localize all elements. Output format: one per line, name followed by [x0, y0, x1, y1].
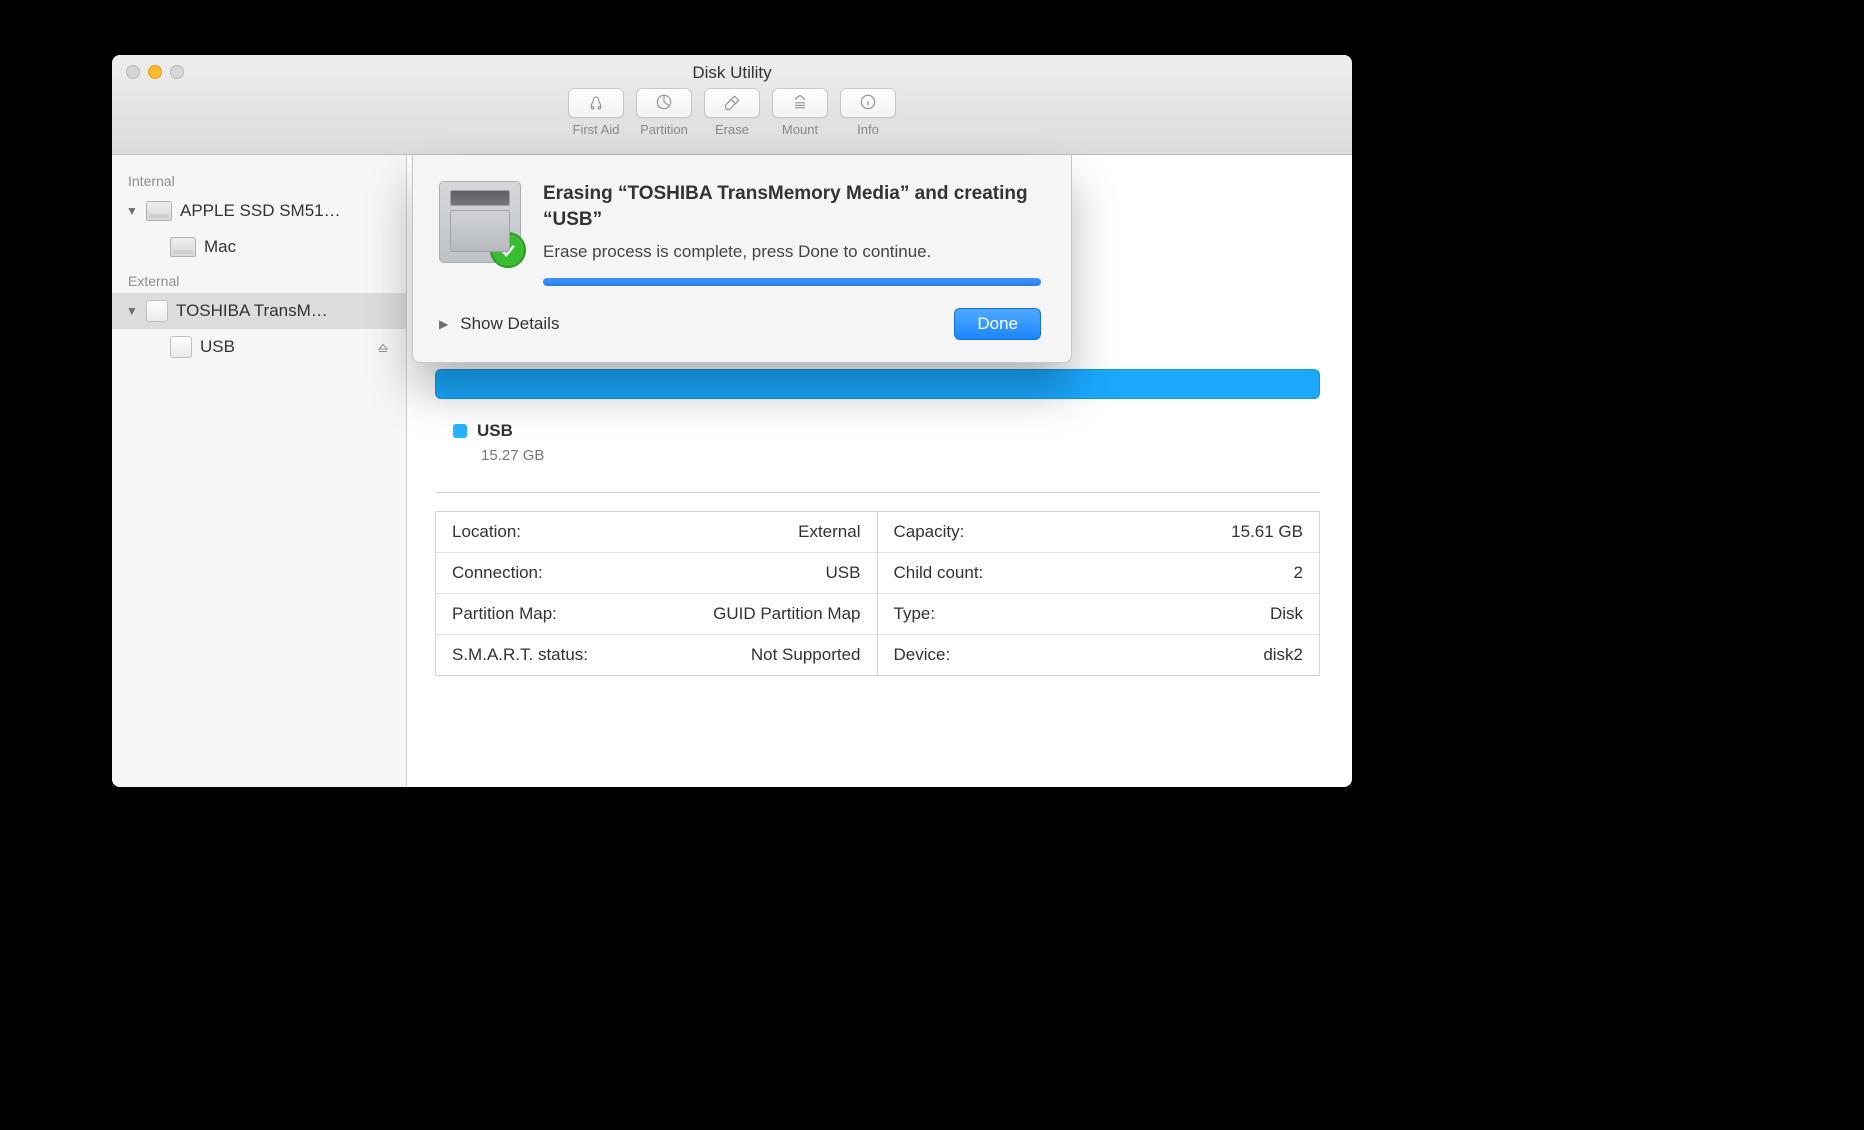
window-title: Disk Utility: [112, 63, 1352, 83]
info-value: 15.61 GB: [1231, 522, 1303, 542]
info-key: S.M.A.R.T. status:: [452, 645, 588, 665]
info-row: Child count: 2: [878, 553, 1320, 594]
eject-icon[interactable]: [376, 340, 390, 354]
info-value: 2: [1294, 563, 1303, 583]
done-button[interactable]: Done: [954, 308, 1041, 340]
toolbar-label: Erase: [704, 122, 760, 137]
volume-legend: USB: [435, 421, 1320, 441]
info-value: Disk: [1270, 604, 1303, 624]
sidebar-item-label: Mac: [204, 237, 236, 257]
app-window: Disk Utility First Aid Partition Erase M…: [112, 55, 1352, 787]
external-disk-icon: [146, 300, 168, 322]
info-key: Device:: [894, 645, 951, 665]
info-value: External: [798, 522, 860, 542]
info-value: disk2: [1263, 645, 1303, 665]
info-row: Location: External: [436, 512, 877, 553]
toolbar-label: Partition: [636, 122, 692, 137]
toolbar-partition[interactable]: Partition: [636, 88, 692, 137]
info-grid: Location: External Connection: USB Partiti…: [435, 511, 1320, 676]
info-key: Location:: [452, 522, 521, 542]
volume-icon: [170, 336, 192, 358]
chevron-right-icon: ▶: [439, 317, 448, 331]
info-key: Capacity:: [894, 522, 965, 542]
toolbar: First Aid Partition Erase Mount Info: [112, 88, 1352, 137]
toolbar-erase[interactable]: Erase: [704, 88, 760, 137]
info-row: Type: Disk: [878, 594, 1320, 635]
volume-icon: [170, 237, 196, 257]
internal-disk-icon: [146, 201, 172, 221]
info-key: Partition Map:: [452, 604, 557, 624]
info-value: Not Supported: [751, 645, 861, 665]
toolbar-label: Mount: [772, 122, 828, 137]
toolbar-label: Info: [840, 122, 896, 137]
sidebar-item-usb[interactable]: USB: [112, 329, 406, 365]
progress-bar: [543, 278, 1041, 286]
toolbar-first-aid[interactable]: First Aid: [568, 88, 624, 137]
disk-icon: [439, 181, 521, 263]
sidebar-item-label: USB: [200, 337, 235, 357]
titlebar: Disk Utility First Aid Partition Erase M…: [112, 55, 1352, 155]
volume-name: USB: [477, 421, 513, 441]
info-row: Capacity: 15.61 GB: [878, 512, 1320, 553]
erase-icon: [721, 92, 743, 115]
chevron-down-icon[interactable]: ▼: [126, 205, 138, 217]
toolbar-mount[interactable]: Mount: [772, 88, 828, 137]
sidebar-item-label: TOSHIBA TransM…: [176, 301, 328, 321]
info-key: Child count:: [894, 563, 984, 583]
divider: [435, 492, 1320, 493]
first-aid-icon: [585, 92, 607, 115]
volume-color-swatch: [453, 424, 467, 438]
sidebar-item-toshiba[interactable]: ▼ TOSHIBA TransM…: [112, 293, 406, 329]
sidebar-section-external: External: [112, 265, 406, 293]
info-value: GUID Partition Map: [713, 604, 860, 624]
mount-icon: [789, 92, 811, 115]
sidebar-item-apple-ssd[interactable]: ▼ APPLE SSD SM51…: [112, 193, 406, 229]
show-details-label: Show Details: [460, 314, 559, 334]
partition-icon: [653, 92, 675, 115]
toolbar-info[interactable]: Info: [840, 88, 896, 137]
sheet-subtitle: Erase process is complete, press Done to…: [543, 242, 1041, 262]
info-row: Connection: USB: [436, 553, 877, 594]
volume-size: 15.27 GB: [435, 447, 1320, 464]
info-key: Connection:: [452, 563, 543, 583]
chevron-down-icon[interactable]: ▼: [126, 305, 138, 317]
info-icon: [857, 92, 879, 115]
erase-complete-sheet: Erasing “TOSHIBA TransMemory Media” and …: [412, 155, 1072, 363]
show-details-toggle[interactable]: ▶ Show Details: [439, 314, 559, 334]
info-row: Device: disk2: [878, 635, 1320, 675]
sidebar: Internal ▼ APPLE SSD SM51… Mac External …: [112, 155, 407, 787]
info-row: Partition Map: GUID Partition Map: [436, 594, 877, 635]
sidebar-item-mac[interactable]: Mac: [112, 229, 406, 265]
success-check-icon: [490, 232, 526, 268]
info-key: Type:: [894, 604, 936, 624]
info-row: S.M.A.R.T. status: Not Supported: [436, 635, 877, 675]
capacity-bar: [435, 369, 1320, 399]
toolbar-label: First Aid: [568, 122, 624, 137]
sheet-title: Erasing “TOSHIBA TransMemory Media” and …: [543, 181, 1041, 232]
sidebar-item-label: APPLE SSD SM51…: [180, 201, 341, 221]
sidebar-section-internal: Internal: [112, 165, 406, 193]
info-value: USB: [826, 563, 861, 583]
